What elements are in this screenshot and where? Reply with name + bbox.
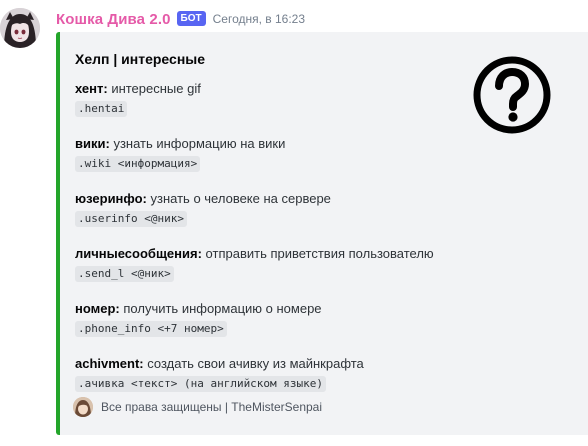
- embed-field: номер: получить информацию о номере .pho…: [75, 300, 322, 337]
- embed-card: Хелп | интересные хент: интересные gif .…: [56, 32, 588, 435]
- footer-text: Все права защищены | TheMisterSenpai: [101, 400, 323, 414]
- bot-avatar[interactable]: [0, 8, 40, 48]
- field-text: номер: получить информацию о номере: [75, 300, 322, 318]
- command-code: .userinfo <@ник>: [75, 211, 187, 227]
- field-value: узнать информацию на вики: [113, 136, 286, 151]
- embed-field: хент: интересные gif .hentai: [75, 80, 201, 117]
- username[interactable]: Кошка Дива 2.0: [56, 11, 171, 28]
- anime-girl-avatar-icon: [0, 8, 40, 48]
- embed-field: юзеринфо: узнать о человеке на сервере .…: [75, 190, 331, 227]
- embed-field: личныесообщения: отправить приветствия п…: [75, 245, 434, 282]
- embed-footer: Все права защищены | TheMisterSenpai: [73, 397, 322, 417]
- embed-thumbnail[interactable]: [470, 53, 554, 137]
- field-text: юзеринфо: узнать о человеке на сервере: [75, 190, 331, 208]
- question-mark-circle-icon: [473, 56, 551, 134]
- field-name: юзеринфо:: [75, 191, 147, 206]
- field-text: личныесообщения: отправить приветствия п…: [75, 245, 434, 263]
- bot-tag-badge: БОТ: [176, 10, 206, 26]
- field-name: номер:: [75, 301, 120, 316]
- command-code: .hentai: [75, 101, 128, 117]
- field-value: создать свои ачивку из майнкрафта: [147, 356, 364, 371]
- command-code: .send_l <@ник>: [75, 266, 174, 282]
- command-code: .phone_info <+7 номер>: [75, 321, 227, 337]
- field-text: вики: узнать информацию на вики: [75, 135, 285, 153]
- field-text: achivment: создать свои ачивку из майнкр…: [75, 355, 364, 373]
- embed-field: вики: узнать информацию на вики .wiki <и…: [75, 135, 285, 172]
- footer-avatar-icon: [73, 397, 93, 417]
- field-value: получить информацию о номере: [123, 301, 322, 316]
- embed-title: Хелп | интересные: [75, 51, 206, 67]
- field-name: хент:: [75, 81, 108, 96]
- field-value: интересные gif: [111, 81, 201, 96]
- command-code: .wiki <информация>: [75, 156, 201, 172]
- message-header: Кошка Дива 2.0 БОТ Сегодня, в 16:23: [56, 9, 305, 29]
- field-value: отправить приветствия пользователю: [205, 246, 434, 261]
- field-name: вики:: [75, 136, 110, 151]
- embed-field: achivment: создать свои ачивку из майнкр…: [75, 355, 364, 392]
- field-name: личныесообщения:: [75, 246, 202, 261]
- field-value: узнать о человеке на сервере: [150, 191, 331, 206]
- chat-message: Кошка Дива 2.0 БОТ Сегодня, в 16:23 Хелп…: [0, 0, 588, 446]
- command-code: .ачивка <текст> (на английском языке): [75, 376, 327, 392]
- message-timestamp: Сегодня, в 16:23: [212, 12, 306, 26]
- field-text: хент: интересные gif: [75, 80, 201, 98]
- field-name: achivment:: [75, 356, 144, 371]
